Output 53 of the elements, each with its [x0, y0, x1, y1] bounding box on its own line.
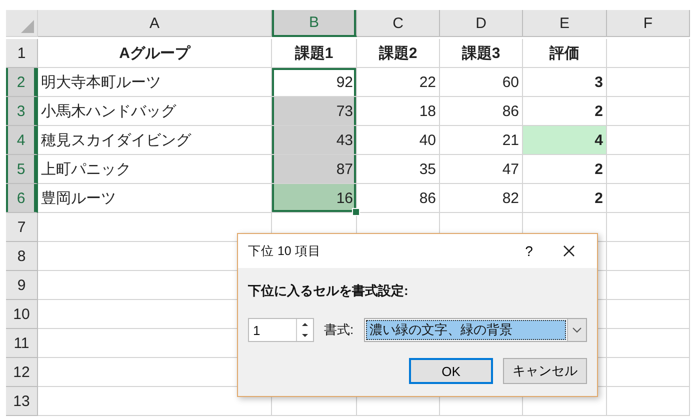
column-header[interactable]: F — [607, 10, 690, 37]
format-label: 書式: — [324, 321, 354, 339]
column-header[interactable]: D — [440, 10, 523, 37]
table-cell: 87 — [272, 155, 357, 184]
column-header[interactable]: E — [523, 10, 607, 37]
table-cell: 60 — [440, 68, 523, 97]
row-header[interactable]: 7 — [6, 213, 38, 242]
column-title-cell: Aグループ — [38, 39, 272, 68]
row-header[interactable]: 1 — [6, 39, 38, 68]
row-header[interactable]: 8 — [6, 242, 38, 271]
dialog-title: 下位 10 項目 — [248, 242, 322, 260]
column-title-cell: 課題2 — [357, 39, 440, 68]
count-spinner[interactable]: 1 — [248, 318, 314, 342]
table-cell: 3 — [523, 68, 607, 97]
row-header[interactable]: 10 — [6, 300, 38, 329]
row-header[interactable]: 2 — [6, 68, 38, 97]
row-header[interactable]: 13 — [6, 387, 38, 416]
table-cell: 86 — [440, 97, 523, 126]
row-header[interactable]: 6 — [6, 184, 38, 213]
dialog-button[interactable]: OK — [409, 358, 493, 384]
table-cell: 73 — [272, 97, 357, 126]
row-header[interactable]: 5 — [6, 155, 38, 184]
format-dropdown[interactable]: 濃い緑の文字、緑の背景 — [364, 318, 587, 342]
column-title-cell: 評価 — [523, 39, 607, 68]
close-icon — [563, 245, 575, 257]
row-header[interactable]: 11 — [6, 329, 38, 358]
table-cell: 22 — [357, 68, 440, 97]
column-header[interactable]: A — [38, 10, 272, 37]
dialog-button[interactable]: キャンセル — [503, 358, 587, 384]
table-cell: 2 — [523, 155, 607, 184]
table-cell: 豊岡ルーツ — [38, 184, 272, 213]
row-header[interactable]: 9 — [6, 271, 38, 300]
table-cell: 18 — [357, 97, 440, 126]
table-cell: 40 — [357, 126, 440, 155]
triangle-icon — [21, 19, 34, 33]
help-button[interactable]: ? — [509, 236, 549, 266]
column-header[interactable]: B — [272, 10, 357, 37]
table-cell: 16 — [272, 184, 357, 213]
row-header[interactable]: 12 — [6, 358, 38, 387]
column-title-cell: 課題3 — [440, 39, 523, 68]
table-cell: 43 — [272, 126, 357, 155]
row-header[interactable]: 3 — [6, 97, 38, 126]
column-header[interactable]: C — [357, 10, 440, 37]
table-cell: 86 — [357, 184, 440, 213]
table-cell: 2 — [523, 184, 607, 213]
table-cell: 4 — [523, 126, 607, 155]
chevron-down-icon — [572, 327, 582, 333]
table-cell: 82 — [440, 184, 523, 213]
table-cell: 35 — [357, 155, 440, 184]
row-header[interactable]: 4 — [6, 126, 38, 155]
table-cell: 92 — [272, 68, 357, 97]
table-cell: 47 — [440, 155, 523, 184]
prompt-label: 下位に入るセルを書式設定: — [248, 282, 410, 300]
